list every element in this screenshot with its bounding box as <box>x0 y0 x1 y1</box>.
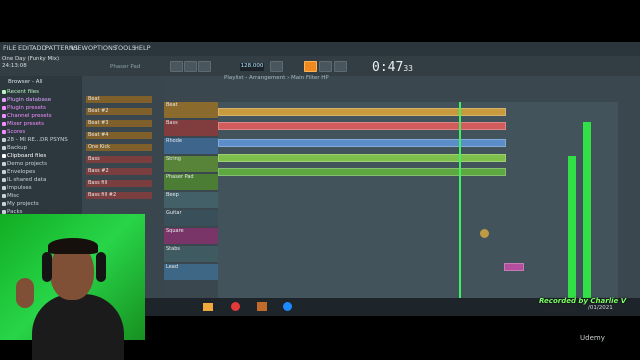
headphone-right <box>96 252 106 282</box>
channel-item[interactable]: Beat #3 <box>86 120 152 127</box>
browser-folder-icon <box>2 202 6 206</box>
browser-item[interactable]: Clipboard files <box>7 153 46 159</box>
browser-item[interactable]: Misc <box>7 193 19 199</box>
folder-icon[interactable] <box>257 302 267 311</box>
browser-item[interactable]: Impulses <box>7 185 32 191</box>
browser-folder-icon <box>2 178 6 182</box>
phaser-clips[interactable] <box>218 168 506 176</box>
browser-folder-icon <box>2 186 6 190</box>
browser-folder-icon <box>2 154 6 158</box>
playlist-panel: Playlist - Arrangement › Main Filter HP … <box>164 75 640 316</box>
browser-folder-icon <box>2 114 6 118</box>
level-meter-2 <box>583 122 591 316</box>
browser-folder-icon <box>2 106 6 110</box>
browser-item[interactable]: IL shared data <box>7 177 46 183</box>
channel-item[interactable]: One Kick <box>86 144 152 151</box>
browser-folder-icon <box>2 194 6 198</box>
snap-button[interactable] <box>304 61 317 72</box>
channel-item[interactable]: Beat #4 <box>86 132 152 139</box>
play-button[interactable] <box>170 61 183 72</box>
browser-item[interactable]: 28 - MI RE...DR PSYNS <box>7 137 68 143</box>
record-app-icon[interactable] <box>231 302 240 311</box>
playlist-track[interactable]: Rhode <box>164 138 218 154</box>
mouse-cursor <box>480 229 489 238</box>
playlist-track[interactable]: Guitar <box>164 210 218 226</box>
menu-view[interactable]: VIEW <box>71 44 88 52</box>
presenter-shirt <box>32 294 124 360</box>
headphone-left <box>42 252 52 282</box>
playlist-track[interactable]: Beep <box>164 192 218 208</box>
song-tag: Phaser Pad <box>110 64 141 70</box>
playlist-track[interactable]: String <box>164 156 218 172</box>
browser-item[interactable]: Mixer presets <box>7 121 44 127</box>
recording-credit: Recorded by Charlie V <box>539 297 627 305</box>
beat-clips[interactable] <box>218 108 506 116</box>
taskbar-date: /01/2021 <box>588 305 613 311</box>
channel-item[interactable]: Bass <box>86 156 152 163</box>
tempo-button[interactable] <box>334 61 347 72</box>
browser-folder-icon <box>2 138 6 142</box>
browser-item[interactable]: Plugin presets <box>7 105 46 111</box>
browser-folder-icon <box>2 130 6 134</box>
browser-folder-icon <box>2 90 6 94</box>
level-meter <box>568 156 576 316</box>
browser-item[interactable]: Envelopes <box>7 169 35 175</box>
browser-item[interactable]: Plugin database <box>7 97 51 103</box>
menu-edit[interactable]: EDIT <box>18 44 33 52</box>
playlist-title: Playlist - Arrangement › Main Filter HP <box>224 75 329 81</box>
playhead[interactable] <box>459 102 461 316</box>
toolbar: One Day (Funky Mix) 24:13:08 Phaser Pad … <box>0 56 640 76</box>
string-clips[interactable] <box>218 154 506 162</box>
menu-file[interactable]: FILE <box>3 44 16 52</box>
presenter-hair <box>48 238 98 254</box>
browser-folder-icon <box>2 122 6 126</box>
browser-folder-icon <box>2 98 6 102</box>
channel-item[interactable]: Bass fill #2 <box>86 192 152 199</box>
playlist-track[interactable]: Beat <box>164 102 218 118</box>
browser-item[interactable]: Channel presets <box>7 113 52 119</box>
rhode-clips[interactable] <box>218 139 506 147</box>
browser-item[interactable]: My projects <box>7 201 39 207</box>
menu-bar: FILE EDIT ADD PATTERNS VIEW OPTIONS TOOL… <box>0 42 640 56</box>
menu-options[interactable]: OPTIONS <box>88 44 117 52</box>
browser-item[interactable]: Backup <box>7 145 27 151</box>
menu-help[interactable]: HELP <box>134 44 151 52</box>
channel-item[interactable]: Beat #2 <box>86 108 152 115</box>
arrangement-grid[interactable] <box>218 102 618 316</box>
edge-browser-icon[interactable] <box>283 302 292 311</box>
playlist-track[interactable]: Square <box>164 228 218 244</box>
browser-item[interactable]: Scores <box>7 129 25 135</box>
channel-item[interactable]: Beat <box>86 96 152 103</box>
step-button[interactable] <box>319 61 332 72</box>
record-button[interactable] <box>198 61 211 72</box>
song-title: One Day (Funky Mix) <box>2 56 60 62</box>
time-display: 0:4733 <box>372 60 413 75</box>
stop-button[interactable] <box>184 61 197 72</box>
browser-folder-icon <box>2 162 6 166</box>
bpm-display[interactable]: 128.000 <box>240 63 264 71</box>
browser-title: Browser - All <box>8 79 43 85</box>
file-explorer-icon[interactable] <box>203 303 213 311</box>
square-clip[interactable] <box>504 263 524 271</box>
bass-clips[interactable] <box>218 122 506 130</box>
metronome-button[interactable] <box>270 61 283 72</box>
channel-item[interactable]: Bass fill <box>86 180 152 187</box>
browser-folder-icon <box>2 170 6 174</box>
playlist-track[interactable]: Lead <box>164 264 218 280</box>
browser-folder-icon <box>2 146 6 150</box>
browser-item[interactable]: Demo projects <box>7 161 47 167</box>
channel-item[interactable]: Bass #2 <box>86 168 152 175</box>
playlist-track[interactable]: Bass <box>164 120 218 136</box>
playlist-track[interactable]: Phaser Pad <box>164 174 218 190</box>
menu-tools[interactable]: TOOLS <box>114 44 136 52</box>
presenter-hand <box>16 278 34 308</box>
song-time: 24:13:08 <box>2 63 27 69</box>
playlist-track[interactable]: Stabs <box>164 246 218 262</box>
browser-item[interactable]: Recent files <box>7 89 39 95</box>
udemy-watermark: Udemy <box>580 334 605 342</box>
